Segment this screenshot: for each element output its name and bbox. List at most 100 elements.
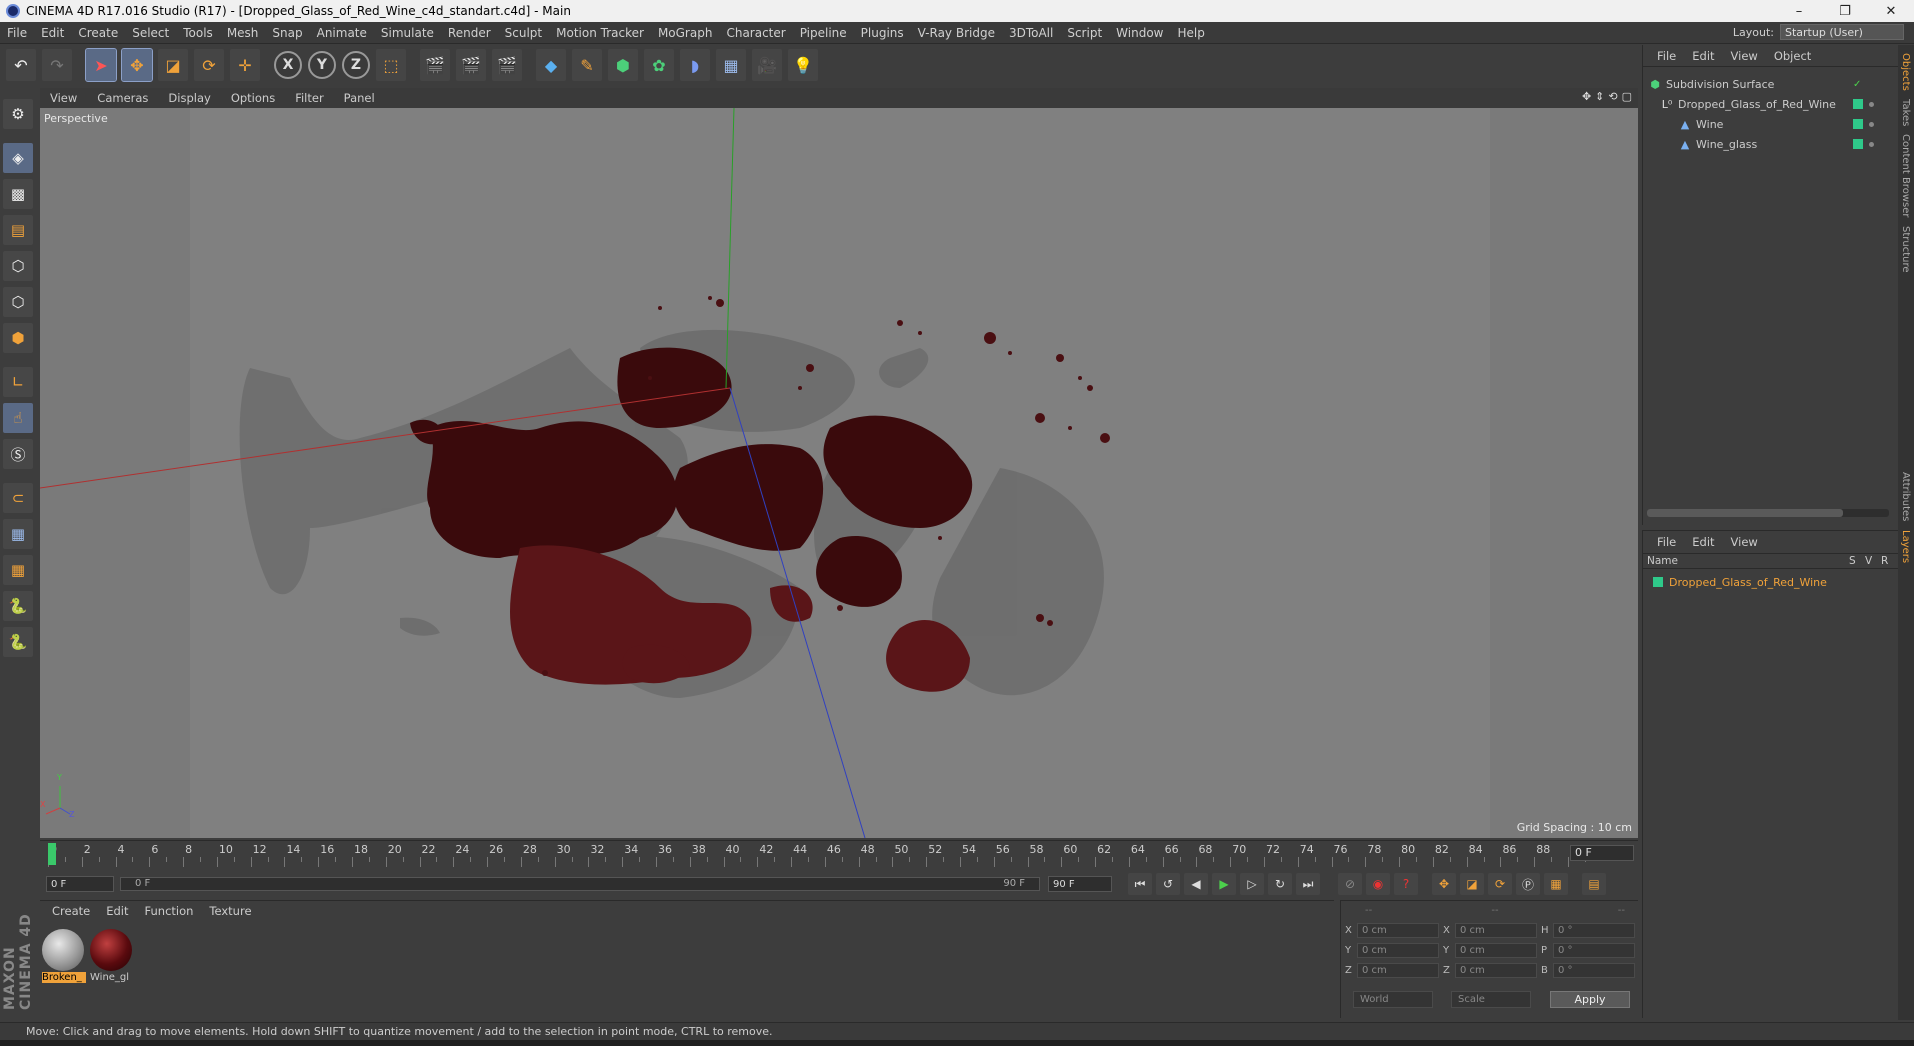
- scale-tool-icon[interactable]: ◪: [158, 49, 188, 81]
- move-tool-icon[interactable]: ✥: [121, 48, 153, 82]
- frame-ruler[interactable]: 0246810121416182022242628303234363840424…: [48, 841, 1586, 869]
- deformer-icon[interactable]: ◗: [680, 49, 710, 81]
- key-rotation-icon[interactable]: ⟳: [1488, 873, 1512, 895]
- y-axis-lock-icon[interactable]: Y: [308, 51, 336, 79]
- model-mode-icon[interactable]: ◈: [3, 143, 33, 173]
- workplane-icon[interactable]: ▤: [3, 215, 33, 245]
- menu-help[interactable]: Help: [1170, 26, 1211, 40]
- floor-scene-icon[interactable]: ▦: [716, 49, 746, 81]
- tweak-mode-icon[interactable]: ☝: [3, 403, 33, 433]
- maximize-view-icon[interactable]: ▢: [1622, 90, 1632, 103]
- layer-menu-view[interactable]: View: [1723, 535, 1766, 549]
- menu-plugins[interactable]: Plugins: [854, 26, 911, 40]
- minimize-button[interactable]: –: [1776, 0, 1822, 22]
- menu-character[interactable]: Character: [719, 26, 792, 40]
- viewport-menu-display[interactable]: Display: [158, 91, 220, 105]
- timeline-ruler[interactable]: 0246810121416182022242628303234363840424…: [40, 840, 1638, 870]
- pan-view-icon[interactable]: ✥: [1582, 90, 1591, 103]
- menu-vray-bridge[interactable]: V-Ray Bridge: [911, 26, 1002, 40]
- viewport-menu-view[interactable]: View: [40, 91, 87, 105]
- position-z-field[interactable]: 0 cm: [1357, 963, 1439, 978]
- preview-range-slider[interactable]: 0 F 90 F: [120, 877, 1040, 891]
- size-mode-dropdown[interactable]: Scale: [1451, 991, 1531, 1008]
- menu-select[interactable]: Select: [125, 26, 176, 40]
- tab-takes[interactable]: Takes: [1900, 99, 1911, 126]
- autokey-icon[interactable]: ◉: [1366, 873, 1390, 895]
- previous-key-icon[interactable]: ↺: [1156, 873, 1180, 895]
- material-wine-glass[interactable]: Wine_gl: [90, 929, 134, 985]
- visibility-dot-icon[interactable]: [1869, 141, 1874, 147]
- orbit-view-icon[interactable]: ⟲: [1608, 90, 1617, 103]
- dolly-view-icon[interactable]: ⇕: [1595, 90, 1604, 103]
- undo-icon[interactable]: ↶: [6, 49, 36, 81]
- material-menu-edit[interactable]: Edit: [98, 904, 136, 918]
- object-menu-file[interactable]: File: [1649, 49, 1684, 63]
- go-to-end-icon[interactable]: ⏭: [1296, 873, 1320, 895]
- key-scale-icon[interactable]: ◪: [1460, 873, 1484, 895]
- transform-tool-icon[interactable]: ✛: [230, 49, 260, 81]
- playhead-marker[interactable]: [48, 843, 56, 865]
- size-y-field[interactable]: 0 cm: [1455, 943, 1537, 958]
- layout-dropdown[interactable]: Startup (User): [1780, 24, 1904, 40]
- axis-mode-icon[interactable]: ∟: [3, 367, 33, 397]
- material-broken-glass[interactable]: Broken_: [42, 929, 86, 985]
- menu-mograph[interactable]: MoGraph: [651, 26, 720, 40]
- size-z-field[interactable]: 0 cm: [1455, 963, 1537, 978]
- edit-render-settings-icon[interactable]: 🎬: [492, 49, 522, 81]
- z-axis-lock-icon[interactable]: Z: [342, 51, 370, 79]
- camera-icon[interactable]: 🎥: [752, 49, 782, 81]
- layer-color-swatch[interactable]: [1853, 119, 1863, 129]
- layer-color-swatch[interactable]: [1853, 99, 1863, 109]
- coordinate-mode-dropdown[interactable]: World: [1353, 991, 1433, 1008]
- points-mode-icon[interactable]: ⬡: [3, 251, 33, 281]
- visibility-dot-icon[interactable]: [1869, 121, 1874, 127]
- texture-mode-icon[interactable]: ▩: [3, 179, 33, 209]
- menu-sculpt[interactable]: Sculpt: [498, 26, 549, 40]
- layer-menu-edit[interactable]: Edit: [1684, 535, 1722, 549]
- keyframe-selection-icon[interactable]: ?: [1394, 873, 1418, 895]
- x-axis-lock-icon[interactable]: X: [274, 51, 302, 79]
- end-frame-field[interactable]: 90 F: [1048, 876, 1112, 892]
- timeline-window-icon[interactable]: ▤: [1582, 873, 1606, 895]
- object-row-subdivision[interactable]: ⬢ Subdivision Surface: [1649, 75, 1849, 93]
- coordinate-system-icon[interactable]: ⬚: [376, 49, 406, 81]
- object-menu-view[interactable]: View: [1723, 49, 1766, 63]
- rotation-b-field[interactable]: 0 °: [1553, 963, 1635, 978]
- close-button[interactable]: ✕: [1868, 0, 1914, 22]
- key-parameter-icon[interactable]: Ⓟ: [1516, 873, 1540, 895]
- menu-script[interactable]: Script: [1060, 26, 1109, 40]
- menu-snap[interactable]: Snap: [265, 26, 309, 40]
- edit-render-toggle-icon[interactable]: ✓: [1853, 79, 1861, 90]
- object-menu-object[interactable]: Object: [1766, 49, 1819, 63]
- key-position-icon[interactable]: ✥: [1432, 873, 1456, 895]
- make-editable-icon[interactable]: ⚙: [3, 99, 33, 129]
- start-frame-field[interactable]: 0 F: [46, 876, 114, 892]
- layer-row[interactable]: Dropped_Glass_of_Red_Wine: [1643, 573, 1899, 591]
- next-frame-icon[interactable]: ▷: [1240, 873, 1264, 895]
- pen-spline-icon[interactable]: ✎: [572, 49, 602, 81]
- object-row-wine-glass[interactable]: ▲ Wine_glass: [1679, 135, 1879, 153]
- quantize-icon[interactable]: ▦: [3, 555, 33, 585]
- menu-simulate[interactable]: Simulate: [374, 26, 441, 40]
- viewport-menu-filter[interactable]: Filter: [285, 91, 333, 105]
- material-menu-create[interactable]: Create: [44, 904, 98, 918]
- layer-color-swatch[interactable]: [1653, 577, 1663, 587]
- tab-layers[interactable]: Layers: [1900, 530, 1911, 563]
- tab-objects[interactable]: Objects: [1900, 53, 1911, 91]
- position-x-field[interactable]: 0 cm: [1357, 923, 1439, 938]
- edges-mode-icon[interactable]: ⬡: [3, 287, 33, 317]
- layer-menu-file[interactable]: File: [1649, 535, 1684, 549]
- menu-render[interactable]: Render: [441, 26, 498, 40]
- position-y-field[interactable]: 0 cm: [1357, 943, 1439, 958]
- cloner-icon[interactable]: ✿: [644, 49, 674, 81]
- viewport-menu-options[interactable]: Options: [221, 91, 285, 105]
- menu-window[interactable]: Window: [1109, 26, 1170, 40]
- visibility-dot-icon[interactable]: [1869, 101, 1874, 107]
- solo-mode-icon[interactable]: Ⓢ: [3, 439, 33, 469]
- menu-pipeline[interactable]: Pipeline: [793, 26, 854, 40]
- restore-button[interactable]: ❐: [1822, 0, 1868, 22]
- tab-attributes[interactable]: Attributes: [1900, 472, 1911, 521]
- object-row-wine[interactable]: ▲ Wine: [1679, 115, 1879, 133]
- size-x-field[interactable]: 0 cm: [1455, 923, 1537, 938]
- object-scrollbar[interactable]: [1647, 509, 1889, 517]
